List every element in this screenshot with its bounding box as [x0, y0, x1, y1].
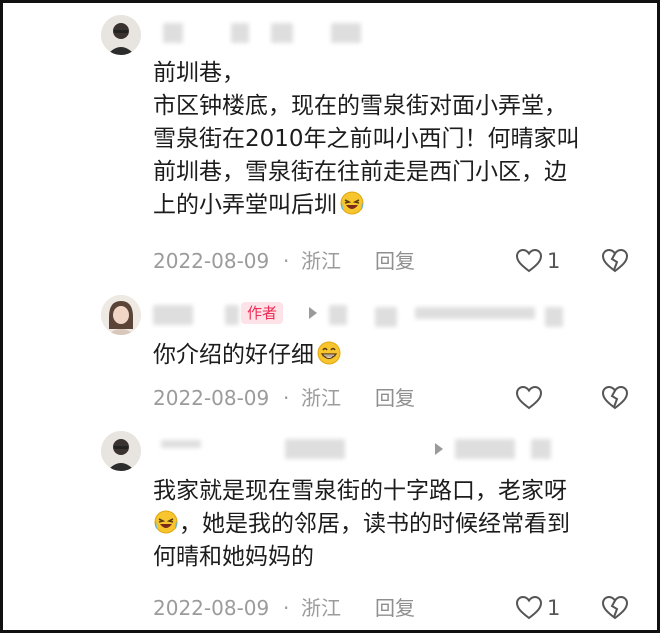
comment-line: 前圳巷， [153, 60, 245, 86]
comment-line: ，她是我的邻居，读书的时候经常看到 [153, 508, 623, 541]
broken-heart-icon[interactable] [601, 595, 629, 621]
comment-meta: 2022-08-09 · 浙江 回复 1 [153, 247, 643, 275]
broken-heart-icon[interactable] [601, 385, 629, 411]
grin-emoji-icon [317, 341, 341, 365]
comment-text: 你介绍的好仔细 [153, 339, 623, 372]
like-count: 1 [547, 596, 561, 620]
reply-button[interactable]: 回复 [375, 247, 415, 275]
comment-date: 2022-08-09 [153, 596, 270, 620]
username-redacted[interactable]: 作者 [153, 299, 573, 329]
username-redacted[interactable] [153, 19, 393, 49]
laugh-cry-emoji-icon [154, 510, 178, 534]
comment-line: 前圳巷，雪泉街在往前走是西门小区，边 [153, 159, 567, 185]
heart-icon[interactable] [515, 248, 543, 274]
comment-meta: 2022-08-09 · 浙江 回复 [153, 384, 643, 412]
heart-icon[interactable] [515, 385, 543, 411]
comment-date: 2022-08-09 [153, 249, 270, 273]
meta-separator: · [283, 596, 290, 620]
meta-separator: · [283, 249, 290, 273]
like-count: 1 [547, 249, 561, 273]
comment-line: 你介绍的好仔细 [153, 339, 623, 372]
heart-icon[interactable] [515, 595, 543, 621]
author-badge: 作者 [241, 302, 284, 324]
comment-meta: 2022-08-09 · 浙江 回复 1 [153, 594, 643, 622]
laugh-cry-emoji-icon [340, 191, 364, 215]
reply-arrow-icon [435, 443, 443, 455]
comment-text: 前圳巷， 市区钟楼底，现在的雪泉街对面小弄堂， 雪泉街在2010年之前叫小西门！… [153, 57, 623, 222]
reply-arrow-icon [309, 307, 317, 319]
comment-line: 何晴和她妈妈的 [153, 544, 314, 570]
comment-line: 雪泉街在2010年之前叫小西门！何晴家叫 [153, 126, 580, 152]
comment-line: 上的小弄堂叫后圳 [153, 189, 623, 222]
comment-line-text: ，她是我的邻居，读书的时候经常看到 [179, 511, 570, 537]
comment-line-text: 上的小弄堂叫后圳 [153, 192, 337, 218]
comment-line: 我家就是现在雪泉街的十字路口，老家呀 [153, 478, 567, 504]
reply-button[interactable]: 回复 [375, 594, 415, 622]
comment-date: 2022-08-09 [153, 386, 270, 410]
comment-region: 浙江 [301, 249, 341, 273]
avatar[interactable] [101, 15, 141, 55]
comment-region: 浙江 [301, 386, 341, 410]
avatar[interactable] [101, 295, 141, 335]
reply-button[interactable]: 回复 [375, 384, 415, 412]
broken-heart-icon[interactable] [601, 248, 629, 274]
comment-text: 我家就是现在雪泉街的十字路口，老家呀 ，她是我的邻居，读书的时候经常看到 何晴和… [153, 475, 623, 574]
screenshot-frame: 前圳巷， 市区钟楼底，现在的雪泉街对面小弄堂， 雪泉街在2010年之前叫小西门！… [0, 0, 660, 633]
comment-line: 市区钟楼底，现在的雪泉街对面小弄堂， [153, 93, 567, 119]
meta-separator: · [283, 386, 290, 410]
username-redacted[interactable] [153, 435, 573, 465]
avatar[interactable] [101, 431, 141, 471]
comment-region: 浙江 [301, 596, 341, 620]
comment-line-text: 你介绍的好仔细 [153, 342, 314, 368]
